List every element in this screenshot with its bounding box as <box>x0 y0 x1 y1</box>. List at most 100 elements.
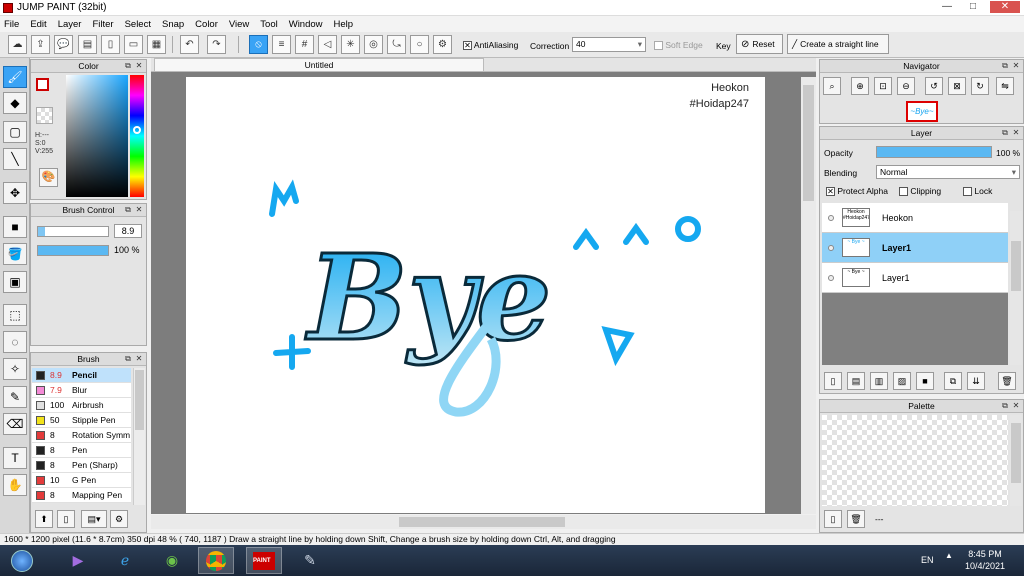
delete-layer-icon[interactable]: 🗑 <box>998 372 1016 390</box>
snap-radial-icon[interactable]: ✳ <box>341 35 360 54</box>
scrollbar-thumb[interactable] <box>135 370 144 430</box>
float-icon[interactable]: ⧉ <box>123 205 133 215</box>
message-icon[interactable]: ▤ <box>78 35 97 54</box>
chrome-icon[interactable] <box>198 547 234 574</box>
rectangle-tool-icon[interactable]: ▢ <box>3 121 27 143</box>
app-green-icon[interactable]: ◉ <box>154 547 190 574</box>
blending-select[interactable]: Normal ▾ <box>876 165 1020 179</box>
rotate-left-icon[interactable]: ↺ <box>925 77 943 95</box>
layer-list-scrollbar[interactable] <box>1010 211 1022 365</box>
brush-list-scrollbar[interactable] <box>133 368 145 505</box>
brush-item[interactable]: 100 Airbrush <box>32 398 131 413</box>
menu-filter[interactable]: Filter <box>92 19 113 30</box>
menu-edit[interactable]: Edit <box>30 19 46 30</box>
snap-settings-icon[interactable]: ⚙ <box>433 35 452 54</box>
page-icon[interactable]: ▭ <box>124 35 143 54</box>
merge-icon[interactable]: ⇊ <box>967 372 985 390</box>
lock-checkbox[interactable]: Lock <box>963 186 992 197</box>
brush-item[interactable]: 8 Pen (Sharp) <box>32 458 131 473</box>
menu-help[interactable]: Help <box>334 19 354 30</box>
new-layer-3-icon[interactable]: ▥ <box>870 372 888 390</box>
brush-item[interactable]: 50 Stipple Pen <box>32 413 131 428</box>
undo-icon[interactable]: ↶ <box>180 35 199 54</box>
duplicate-icon[interactable]: ⧉ <box>944 372 962 390</box>
menu-view[interactable]: View <box>229 19 249 30</box>
palette-swatches[interactable] <box>822 415 1008 506</box>
brush-size-input[interactable]: 8.9 <box>114 224 142 238</box>
scrollbar-thumb[interactable] <box>803 85 814 201</box>
close-button[interactable]: ✕ <box>990 1 1020 13</box>
brush-tool-icon[interactable]: 🖌 <box>3 66 27 88</box>
layer-row[interactable]: ~ Bye ~ Layer1 <box>822 263 1008 293</box>
canvas-horizontal-scrollbar[interactable] <box>151 515 816 529</box>
snap-circle-icon[interactable]: ○ <box>410 35 429 54</box>
new-layer-icon[interactable]: ▯ <box>824 372 842 390</box>
new-layer-2-icon[interactable]: ▤ <box>847 372 865 390</box>
screentone-icon[interactable]: ▨ <box>893 372 911 390</box>
palette-scrollbar[interactable] <box>1010 415 1022 506</box>
float-icon[interactable]: ⧉ <box>1000 128 1010 138</box>
menu-snap[interactable]: Snap <box>162 19 184 30</box>
float-icon[interactable]: ⧉ <box>1000 61 1010 71</box>
visibility-icon[interactable] <box>828 274 834 281</box>
reset-view-icon[interactable]: ⊠ <box>948 77 966 95</box>
brush-item[interactable]: 8 Mapping Pen <box>32 488 131 503</box>
text-tool-icon[interactable]: T <box>3 447 27 469</box>
start-button[interactable] <box>2 547 42 574</box>
snap-off-icon[interactable]: ⦸ <box>249 35 268 54</box>
brush-item[interactable]: 10 G Pen <box>32 473 131 488</box>
scrollbar-thumb[interactable] <box>1011 423 1021 483</box>
brush-opacity-slider[interactable] <box>37 245 109 256</box>
language-indicator[interactable]: EN <box>921 555 934 565</box>
transparent-swatch[interactable] <box>36 107 53 124</box>
float-icon[interactable]: ⧉ <box>123 61 133 71</box>
brush-settings-icon[interactable]: ⚙ <box>110 510 128 528</box>
snap-vanish-icon[interactable]: ◁ <box>318 35 337 54</box>
canvas[interactable]: Heokon #Hoidap247 Bye <box>186 77 765 513</box>
snap-grid-icon[interactable]: # <box>295 35 314 54</box>
menu-layer[interactable]: Layer <box>58 19 82 30</box>
straight-line-button[interactable]: ╱ Create a straight line <box>787 34 889 54</box>
snap-curve-icon[interactable]: ⤿ <box>387 35 406 54</box>
visual-studio-icon[interactable]: ▶ <box>60 547 96 574</box>
navigator-preview[interactable]: ~Bye~ <box>906 101 938 122</box>
rect-select-tool-icon[interactable]: ⬚ <box>3 304 27 326</box>
document-tab[interactable]: Untitled <box>154 58 484 72</box>
visibility-icon[interactable] <box>828 214 834 221</box>
zoom-in-icon[interactable]: ⊕ <box>851 77 869 95</box>
new-brush-icon[interactable]: ▯ <box>57 510 75 528</box>
redo-icon[interactable]: ↷ <box>207 35 226 54</box>
float-icon[interactable]: ⧉ <box>123 354 133 364</box>
clipping-checkbox[interactable]: Clipping <box>899 186 941 197</box>
cloud-icon[interactable]: ☁ <box>8 35 27 54</box>
minimize-button[interactable]: — <box>936 1 958 13</box>
jump-paint-taskbar-icon[interactable]: PAINT <box>246 547 282 574</box>
brush-add-icon[interactable]: ⬆ <box>35 510 53 528</box>
brush-item[interactable]: 8 Pen <box>32 443 131 458</box>
clock[interactable]: 8:45 PM 10/4/2021 <box>960 548 1010 572</box>
hand-tool-icon[interactable]: ✋ <box>3 474 27 496</box>
layer-opacity-slider[interactable] <box>876 146 992 158</box>
canvas-vertical-scrollbar[interactable] <box>801 77 816 514</box>
layer-row[interactable]: Heokon #Hoidap247 Heokon <box>822 203 1008 233</box>
gradient-tool-icon[interactable]: ▣ <box>3 271 27 293</box>
eraser-tool-icon[interactable]: ◆ <box>3 92 27 114</box>
rotate-right-icon[interactable]: ↻ <box>971 77 989 95</box>
flip-icon[interactable]: ⇋ <box>996 77 1014 95</box>
menu-tool[interactable]: Tool <box>260 19 277 30</box>
close-icon[interactable]: ✕ <box>1011 61 1021 71</box>
close-icon[interactable]: ✕ <box>1011 401 1021 411</box>
line-tool-icon[interactable]: ╲ <box>3 148 27 170</box>
menu-file[interactable]: File <box>4 19 19 30</box>
menu-select[interactable]: Select <box>125 19 151 30</box>
delete-palette-icon[interactable]: 🗑 <box>847 510 865 528</box>
share-icon[interactable]: ⇪ <box>31 35 50 54</box>
scrollbar-thumb[interactable] <box>1011 241 1021 291</box>
saturation-value-picker[interactable] <box>66 75 128 197</box>
brush-item[interactable]: 8 Rotation Symm <box>32 428 131 443</box>
snap-parallel-icon[interactable]: ≡ <box>272 35 291 54</box>
palette-icon[interactable]: 🎨 <box>39 168 58 187</box>
brush-size-slider[interactable] <box>37 226 109 237</box>
close-icon[interactable]: ✕ <box>1011 128 1021 138</box>
comment-icon[interactable]: 💬 <box>54 35 73 54</box>
